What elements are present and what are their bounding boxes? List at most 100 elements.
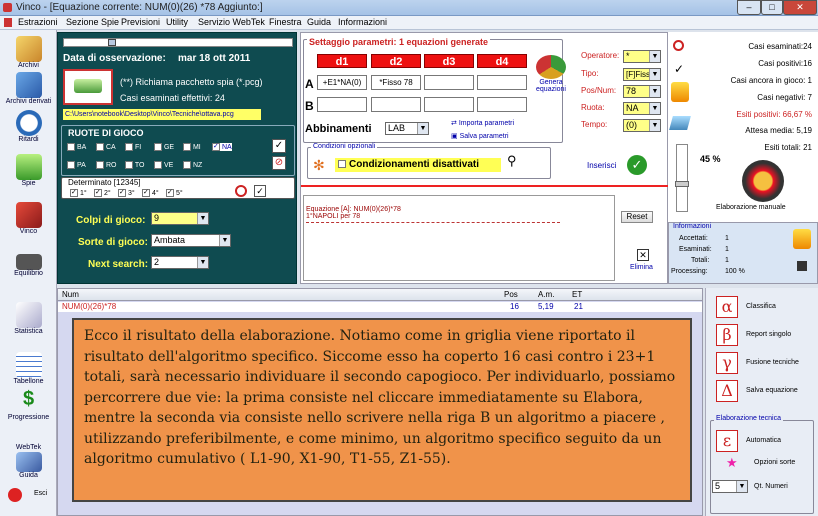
- col-et[interactable]: ET: [572, 290, 582, 299]
- sorte-select[interactable]: Ambata ▼: [151, 234, 231, 247]
- row-b-d4[interactable]: [477, 97, 527, 112]
- ruota-select[interactable]: NA ▼: [623, 102, 661, 115]
- fusione-button[interactable]: γ: [716, 352, 738, 374]
- deselect-all-button[interactable]: ⊘: [272, 156, 286, 170]
- select-all-button[interactable]: ✓: [272, 139, 286, 153]
- ruota-ge[interactable]: GE: [154, 143, 174, 151]
- row-b-d3[interactable]: [424, 97, 474, 112]
- date-slider[interactable]: [63, 38, 293, 47]
- no-entry-icon[interactable]: [235, 185, 247, 197]
- checkbox[interactable]: ✓: [166, 189, 174, 197]
- minimize-button[interactable]: –: [737, 0, 761, 15]
- colpi-label: Colpi di gioco:: [76, 215, 146, 226]
- menu-guida[interactable]: Guida: [307, 17, 331, 27]
- check-icon[interactable]: ✓: [254, 185, 266, 197]
- row-a-d1[interactable]: +E1*NA(0): [317, 75, 367, 90]
- ruota-ro[interactable]: RO: [96, 161, 116, 169]
- close-button[interactable]: ✕: [783, 0, 817, 15]
- progress-slider[interactable]: [675, 144, 689, 212]
- col-am[interactable]: A.m.: [538, 290, 554, 299]
- genera-button[interactable]: Genera equazioni: [533, 55, 569, 107]
- checkbox[interactable]: [125, 161, 133, 169]
- inserisci-button[interactable]: ✓: [627, 155, 647, 175]
- checkbox[interactable]: [96, 161, 104, 169]
- determinato-3[interactable]: ✓ 3°: [118, 189, 135, 197]
- checkbox[interactable]: [183, 161, 191, 169]
- maximize-button[interactable]: □: [761, 0, 783, 15]
- ruota-ca[interactable]: CA: [96, 143, 116, 151]
- ruota-to[interactable]: TO: [125, 161, 144, 169]
- sidebar-item-equilibrio[interactable]: Equilibrio: [0, 248, 57, 308]
- delete-icon[interactable]: ✕: [637, 249, 649, 261]
- checkbox[interactable]: ✓: [118, 189, 126, 197]
- checkbox[interactable]: ✓: [212, 143, 220, 151]
- tipo-select[interactable]: [F]Fisso ▼: [623, 68, 661, 81]
- ruota-pa[interactable]: PA: [67, 161, 86, 169]
- importa-button[interactable]: ⇄ Importa parametri: [451, 119, 514, 127]
- operatore-select[interactable]: * ▼: [623, 50, 661, 63]
- checkbox[interactable]: ✓: [70, 189, 78, 197]
- info-accettati-label: Accettati:: [679, 235, 708, 242]
- row-am: 5,19: [538, 302, 554, 311]
- checkbox[interactable]: [183, 143, 191, 151]
- menu-informazioni[interactable]: Informazioni: [338, 17, 387, 27]
- row-a-d3[interactable]: [424, 75, 474, 90]
- slider-thumb[interactable]: [108, 39, 116, 46]
- checkbox[interactable]: [96, 143, 104, 151]
- condizioni-toggle[interactable]: Condizionamenti disattivati: [335, 158, 501, 172]
- classifica-button[interactable]: α: [716, 296, 738, 318]
- ruota-ve[interactable]: VE: [154, 161, 173, 169]
- tempo-select[interactable]: (0) ▼: [623, 119, 661, 132]
- ruota-na[interactable]: ✓ NA: [212, 143, 232, 151]
- row-b-d1[interactable]: [317, 97, 367, 112]
- determinato-5[interactable]: ✓ 5°: [166, 189, 183, 197]
- ruota-ba[interactable]: BA: [67, 143, 86, 151]
- menu-previsioni[interactable]: Previsioni: [121, 17, 160, 27]
- checkbox[interactable]: ✓: [142, 189, 150, 197]
- chart-icon: [15, 302, 42, 328]
- row-b-d2[interactable]: [371, 97, 421, 112]
- menu-servizio-webtek[interactable]: Servizio WebTek: [198, 17, 265, 27]
- row-a-d2[interactable]: *Fisso 78: [371, 75, 421, 90]
- elaborazione-manuale-button[interactable]: [742, 160, 784, 202]
- menu-estrazioni[interactable]: Estrazioni: [18, 17, 58, 27]
- salva-parametri-button[interactable]: ▣ Salva parametri: [451, 132, 509, 140]
- menu-icon: [4, 18, 12, 27]
- determinato-4[interactable]: ✓ 4°: [142, 189, 159, 197]
- save-icon[interactable]: [797, 261, 807, 271]
- next-select[interactable]: 2 ▼: [151, 256, 209, 269]
- col-pos[interactable]: Pos: [504, 290, 518, 299]
- checkbox[interactable]: ✓: [94, 189, 102, 197]
- salva-equazione-button[interactable]: Δ: [716, 380, 738, 402]
- report-button[interactable]: β: [716, 324, 738, 346]
- reset-button[interactable]: Reset: [621, 211, 653, 223]
- determinato-2[interactable]: ✓ 2°: [94, 189, 111, 197]
- abbinamenti-select[interactable]: LAB ▼: [385, 122, 429, 135]
- search-icon[interactable]: ⚲: [507, 153, 517, 169]
- automatica-button[interactable]: ε: [716, 430, 738, 452]
- posnum-select[interactable]: 78 ▼: [623, 85, 661, 98]
- menu-utility[interactable]: Utility: [166, 17, 188, 27]
- qt-select[interactable]: 5 ▼: [712, 480, 748, 493]
- checkbox[interactable]: [154, 143, 162, 151]
- slider-thumb[interactable]: [675, 181, 689, 187]
- colpi-select[interactable]: 9 ▼: [151, 212, 209, 225]
- row-a-d4[interactable]: [477, 75, 527, 90]
- checkbox[interactable]: [154, 161, 162, 169]
- checkbox[interactable]: [67, 143, 75, 151]
- checkbox[interactable]: [125, 143, 133, 151]
- ruota-nz[interactable]: NZ: [183, 161, 202, 169]
- recall-package-button[interactable]: [63, 69, 113, 105]
- ruota-fi[interactable]: FI: [125, 143, 141, 151]
- equazione-textarea[interactable]: Equazione [A]: NUM(0)(26)*78 1°NAPOLI pe…: [303, 195, 615, 281]
- menu-sezione-spie[interactable]: Sezione Spie: [66, 17, 119, 27]
- star-icon[interactable]: ★: [726, 455, 738, 471]
- sidebar-item-esci[interactable]: Esci: [4, 486, 54, 506]
- table-row[interactable]: [58, 302, 702, 312]
- determinato-1[interactable]: ✓ 1°: [70, 189, 87, 197]
- checkbox[interactable]: [67, 161, 75, 169]
- col-num[interactable]: Num: [62, 290, 79, 299]
- ruota-mi[interactable]: MI: [183, 143, 201, 151]
- condizioni-checkbox[interactable]: [338, 160, 346, 169]
- menu-finestra[interactable]: Finestra: [269, 17, 302, 27]
